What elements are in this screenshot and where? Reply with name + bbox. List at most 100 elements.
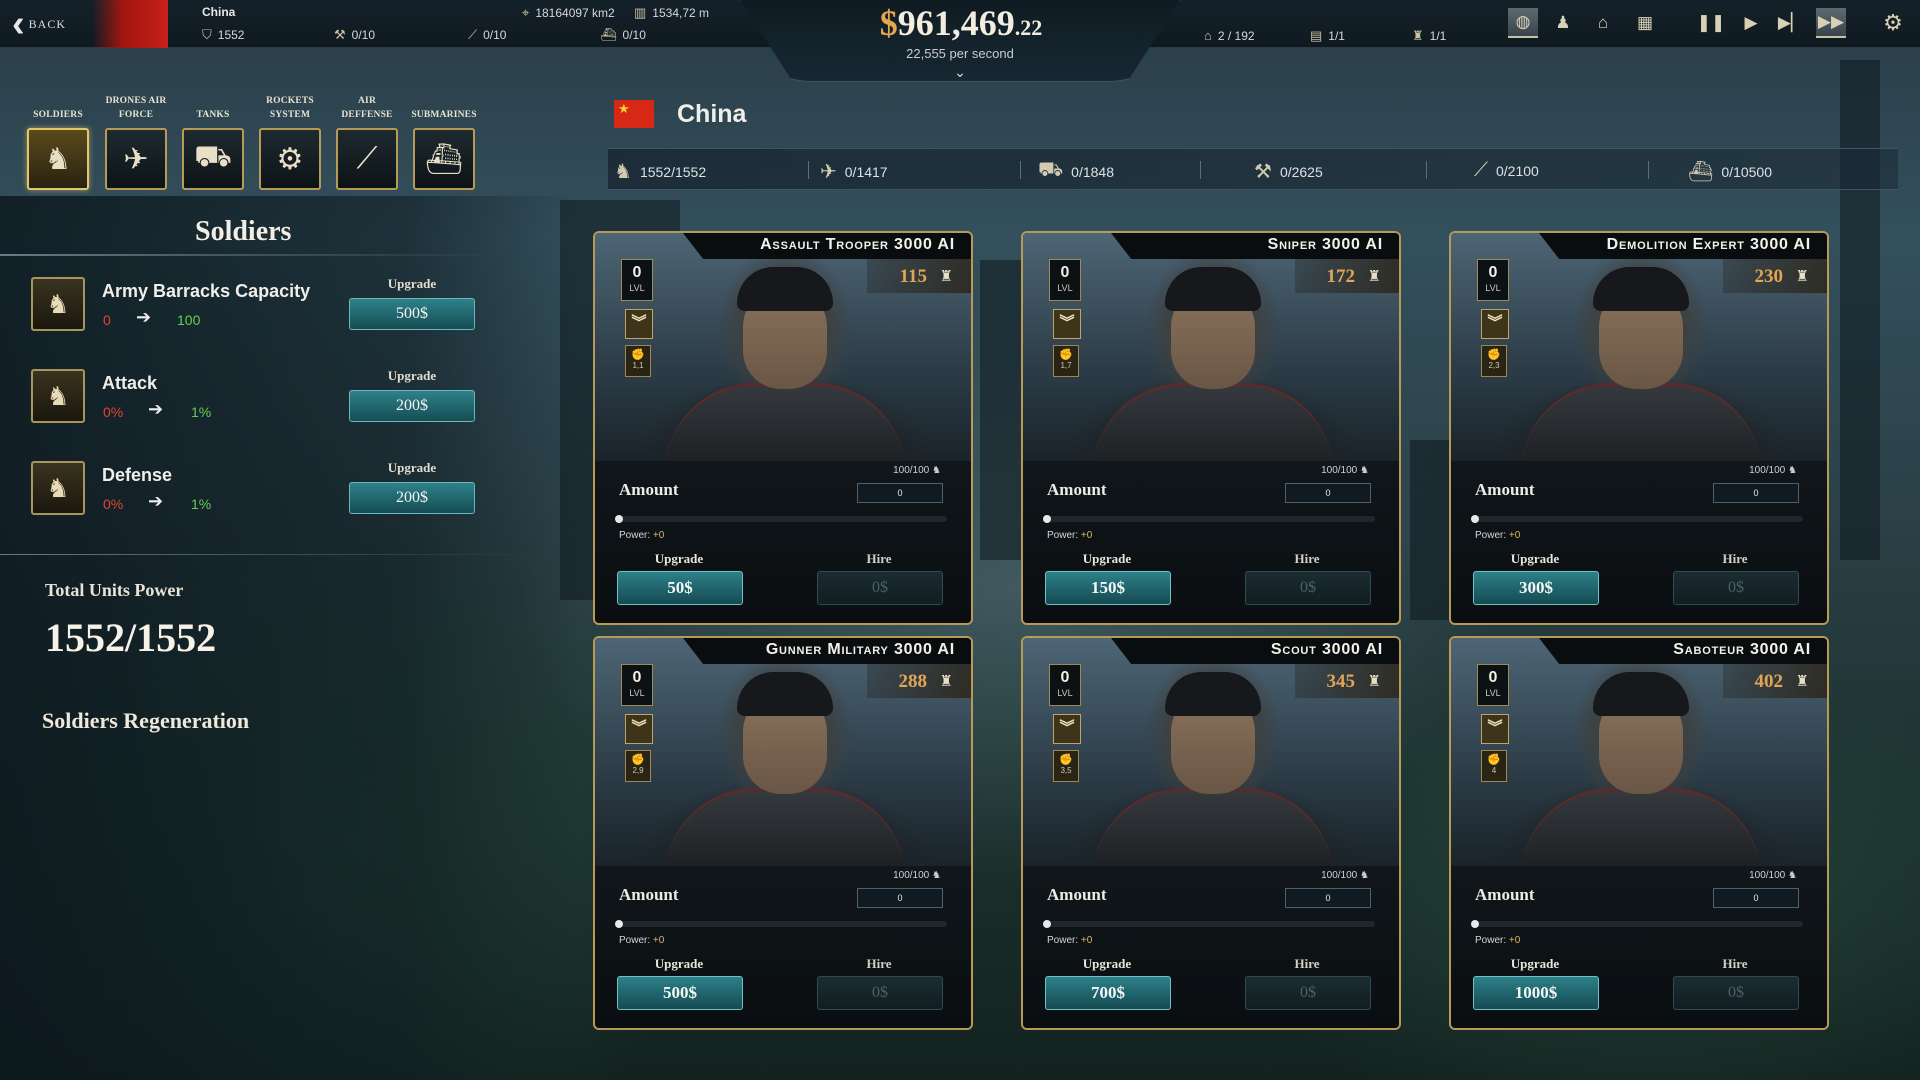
upgrade-unit-button[interactable]: 1000$ xyxy=(1473,976,1599,1010)
slider-handle[interactable] xyxy=(1043,515,1051,523)
soldier-icon: ♞ xyxy=(31,461,85,515)
city-button[interactable]: ▦ xyxy=(1630,8,1660,38)
slider-handle[interactable] xyxy=(615,515,623,523)
play-icon: ▶ xyxy=(1744,13,1758,32)
rank-chevron-icon: ︾ xyxy=(1053,309,1081,339)
pause-icon: ❚❚ xyxy=(1696,13,1726,32)
soldier-icon: ♞ xyxy=(31,277,85,331)
hire-unit-button[interactable]: 0$ xyxy=(817,976,943,1010)
hire-label: Hire xyxy=(1294,551,1320,566)
bank-icon: ⌂ xyxy=(1597,13,1609,32)
tab-rockets-system[interactable]: ROCKETS SYSTEM ⚙ xyxy=(258,92,322,190)
level-badge: 0 LVL xyxy=(1049,259,1081,301)
upgrade-unit-button[interactable]: 150$ xyxy=(1045,571,1171,605)
portrait-armor xyxy=(1093,788,1333,878)
slider-handle[interactable] xyxy=(1471,920,1479,928)
amount-slider[interactable] xyxy=(1043,515,1375,523)
fast-forward-icon: ▶▏ xyxy=(1777,13,1805,32)
divider xyxy=(1020,161,1021,179)
rocket-launcher-icon: ⚒ xyxy=(1254,161,1272,183)
amount-slider[interactable] xyxy=(1471,920,1803,928)
amount-input[interactable]: 0 xyxy=(1285,483,1371,503)
artillery-icon: ⚒ xyxy=(334,27,346,42)
upgrade-unit-button[interactable]: 700$ xyxy=(1045,976,1171,1010)
hire-unit-button[interactable]: 0$ xyxy=(1245,571,1371,605)
hire-unit-button[interactable]: 0$ xyxy=(1245,976,1371,1010)
tab-drones-air-force[interactable]: DRONES AIR FORCE ✈ xyxy=(104,92,168,190)
upgrade-unit-button[interactable]: 50$ xyxy=(617,571,743,605)
hire-unit-button[interactable]: 0$ xyxy=(817,571,943,605)
government-button[interactable]: ⌂ xyxy=(1588,8,1618,38)
unit-air-defense-count: ⟋ 0/2100 xyxy=(1474,159,1539,181)
fastest-speed-button[interactable]: ▶▶ xyxy=(1816,8,1846,38)
submarine-icon: ⛴ xyxy=(413,128,475,190)
unit-card-scout[interactable]: Scout 3000 AI 345 ♜ 0 LVL ︾ ✊ 3,5 100/10… xyxy=(1021,636,1401,1030)
hire-unit-button[interactable]: 0$ xyxy=(1673,976,1799,1010)
portrait-hair xyxy=(737,267,833,311)
fast-forward-button[interactable]: ▶▏ xyxy=(1776,8,1806,38)
drone-icon: ✈ xyxy=(820,161,837,183)
unit-card-gunner-military[interactable]: Gunner Military 3000 AI 288 ♜ 0 LVL ︾ ✊ … xyxy=(593,636,973,1030)
upgrade-attack-button[interactable]: 200$ xyxy=(349,390,475,422)
slider-handle[interactable] xyxy=(1471,515,1479,523)
world-map-button[interactable]: ◍ xyxy=(1508,8,1538,38)
unit-card-saboteur[interactable]: Saboteur 3000 AI 402 ♜ 0 LVL ︾ ✊ 4 100/1… xyxy=(1449,636,1829,1030)
slider-handle[interactable] xyxy=(615,920,623,928)
fist-icon: ✊ xyxy=(1059,754,1073,766)
unit-card-assault-trooper[interactable]: Assault Trooper 3000 AI 115 ♜ 0 LVL ︾ ✊ … xyxy=(593,231,973,625)
tab-tanks[interactable]: TANKS ⛟ xyxy=(181,92,245,190)
upgrade-label: Upgrade xyxy=(1082,956,1132,971)
upgrade-defense-button[interactable]: 200$ xyxy=(349,482,475,514)
upgrade-unit-button[interactable]: 500$ xyxy=(617,976,743,1010)
play-button[interactable]: ▶ xyxy=(1736,8,1766,38)
army-button[interactable]: ♟ xyxy=(1548,8,1578,38)
expand-money-button[interactable]: ⌄ xyxy=(950,64,970,81)
amount-input[interactable]: 0 xyxy=(857,483,943,503)
level-badge: 0 LVL xyxy=(1477,664,1509,706)
amount-input[interactable]: 0 xyxy=(1713,483,1799,503)
upgrade-unit-button[interactable]: 300$ xyxy=(1473,571,1599,605)
factory-icon: ⌂ xyxy=(1204,28,1212,43)
power-readout: Power: +0 xyxy=(619,935,665,946)
unit-price: 288 xyxy=(898,671,928,692)
tab-submarines[interactable]: SUBMARINES ⛴ xyxy=(411,92,476,190)
country-name: China xyxy=(677,100,747,128)
portrait-hair xyxy=(1165,267,1261,311)
fist-icon: ✊ xyxy=(1059,349,1073,361)
amount-input[interactable]: 0 xyxy=(857,888,943,908)
amount-slider[interactable] xyxy=(615,920,947,928)
unit-capacity-row: ♞ 1552/1552 ✈ 0/1417 ⛟ 0/1848 ⚒ 0/2625 ⟋ 0/21… xyxy=(608,148,1898,190)
power-readout: Power: +0 xyxy=(1475,530,1521,541)
unit-card-demolition-expert[interactable]: Demolition Expert 3000 AI 230 ♜ 0 LVL ︾ … xyxy=(1449,231,1829,625)
amount-input[interactable]: 0 xyxy=(1285,888,1371,908)
soldier-cost-icon: ♜ xyxy=(939,673,953,690)
portrait-armor xyxy=(1521,383,1761,473)
amount-slider[interactable] xyxy=(1043,920,1375,928)
pause-button[interactable]: ❚❚ xyxy=(1696,8,1726,38)
amount-input[interactable]: 0 xyxy=(1713,888,1799,908)
unit-multiplier-badge: ✊ 3,5 xyxy=(1053,750,1079,782)
amount-slider[interactable] xyxy=(1471,515,1803,523)
amount-slider[interactable] xyxy=(615,515,947,523)
back-button[interactable]: ‹ BACK xyxy=(12,5,66,43)
unit-price: 230 xyxy=(1754,266,1784,287)
level-badge: 0 LVL xyxy=(621,259,653,301)
unit-card-sniper[interactable]: Sniper 3000 AI 172 ♜ 0 LVL ︾ ✊ 1,7 100/1… xyxy=(1021,231,1401,625)
unit-tanks-count: ⛟ 0/1848 xyxy=(1038,159,1114,184)
power-readout: Power: +0 xyxy=(619,530,665,541)
tab-air-deffense[interactable]: AIR DEFFENSE ⟋ xyxy=(335,92,399,190)
level-badge: 0 LVL xyxy=(1477,259,1509,301)
amount-label: Amount xyxy=(1475,480,1535,499)
slider-handle[interactable] xyxy=(1043,920,1051,928)
tab-soldiers[interactable]: SOLDIERS ♞ xyxy=(26,92,90,190)
hire-unit-button[interactable]: 0$ xyxy=(1673,571,1799,605)
unit-count: 100/100 ♞ xyxy=(1749,465,1797,476)
upgrade-barracks-button[interactable]: 500$ xyxy=(349,298,475,330)
top-distance: ▥ 1534,72 m xyxy=(634,5,710,20)
arrow-right-icon: ➔ xyxy=(148,491,164,511)
settings-button[interactable]: ⚙ xyxy=(1878,8,1908,38)
amount-label: Amount xyxy=(619,885,679,904)
level-badge: 0 LVL xyxy=(1049,664,1081,706)
soldier-icon: ♞ xyxy=(614,161,632,183)
soldier-icon: ♟ xyxy=(1555,13,1571,32)
